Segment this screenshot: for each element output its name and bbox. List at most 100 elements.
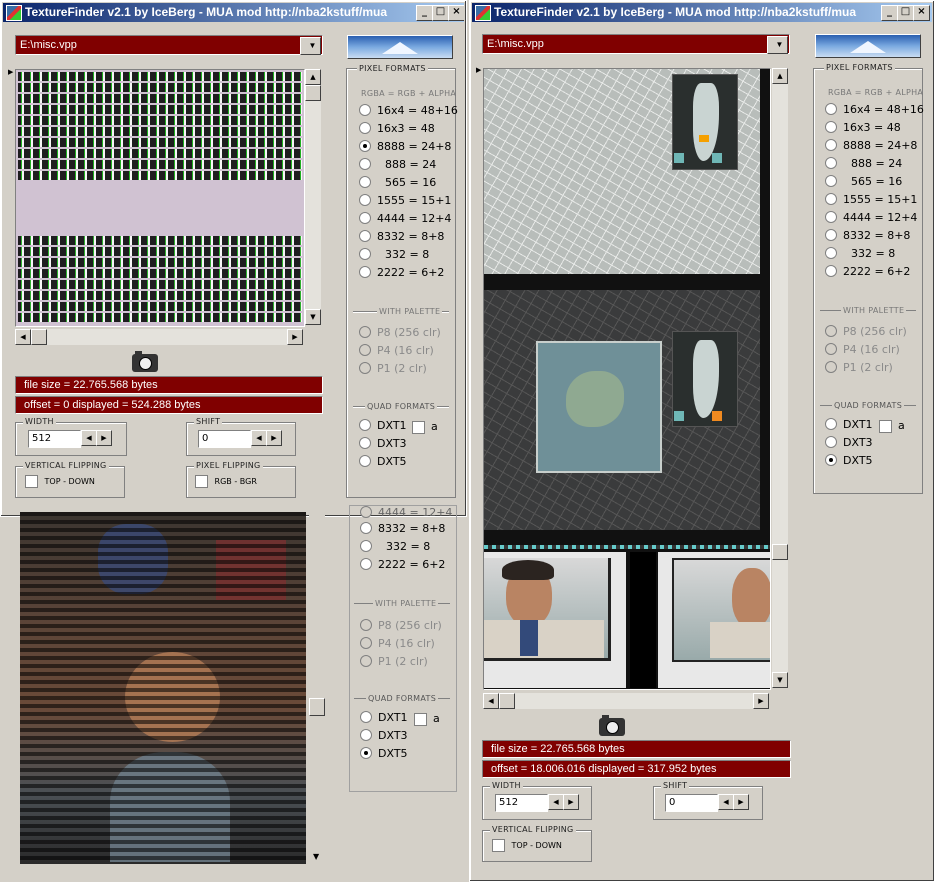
format-332[interactable]: 332 = 8 — [359, 247, 429, 263]
radio-icon[interactable] — [359, 266, 371, 278]
radio-icon[interactable] — [825, 175, 837, 187]
pflip-option[interactable]: RGB - BGR — [195, 475, 257, 488]
quad-dxt5[interactable]: DXT5 — [825, 453, 873, 469]
format-4444[interactable]: 4444 = 12+4 — [825, 210, 917, 226]
texture-hscroll[interactable]: ◀ ▶ — [483, 693, 769, 709]
alpha-checkbox[interactable] — [879, 419, 892, 433]
radio-icon[interactable] — [825, 103, 837, 115]
palette-p1[interactable]: P1 (2 clr) — [359, 361, 427, 377]
radio-icon[interactable] — [359, 326, 371, 338]
ghost-palette-p4[interactable]: P4 (16 clr) — [360, 636, 435, 652]
radio-icon[interactable] — [359, 344, 371, 356]
radio-selected-icon[interactable] — [360, 747, 372, 759]
radio-icon[interactable] — [360, 655, 372, 667]
radio-icon[interactable] — [825, 229, 837, 241]
palette-p4[interactable]: P4 (16 clr) — [825, 342, 900, 358]
texture-view[interactable] — [483, 68, 771, 690]
radio-icon[interactable] — [359, 212, 371, 224]
format-1555[interactable]: 1555 = 15+1 — [825, 192, 917, 208]
palette-p4[interactable]: P4 (16 clr) — [359, 343, 434, 359]
radio-icon[interactable] — [359, 419, 371, 431]
scroll-down-icon[interactable]: ▼ — [305, 309, 321, 325]
ghost-alpha-option[interactable]: a — [414, 712, 440, 726]
scroll-up-icon[interactable]: ▲ — [305, 69, 321, 85]
format-888[interactable]: 888 = 24 — [359, 157, 436, 173]
left-titlebar[interactable]: TextureFinder v2.1 by IceBerg - MUA mod … — [3, 3, 464, 22]
ghost-format-332[interactable]: 332 = 8 — [360, 539, 430, 555]
ghost-palette-p1[interactable]: P1 (2 clr) — [360, 654, 428, 670]
radio-icon[interactable] — [360, 729, 372, 741]
alpha-option[interactable]: a — [879, 419, 905, 433]
shift-dec-icon[interactable]: ◀ — [251, 430, 267, 446]
radio-icon[interactable] — [359, 362, 371, 374]
pflip-checkbox[interactable] — [195, 475, 208, 488]
radio-icon[interactable] — [825, 211, 837, 223]
palette-p1[interactable]: P1 (2 clr) — [825, 360, 893, 376]
radio-icon[interactable] — [360, 522, 372, 534]
quad-dxt5[interactable]: DXT5 — [359, 454, 407, 470]
radio-icon[interactable] — [825, 139, 837, 151]
format-2222[interactable]: 2222 = 6+2 — [359, 265, 444, 281]
format-16x4[interactable]: 16x4 = 48+16 — [359, 103, 458, 119]
radio-icon[interactable] — [825, 343, 837, 355]
scroll-left-icon[interactable]: ◀ — [15, 329, 31, 345]
format-2222[interactable]: 2222 = 6+2 — [825, 264, 910, 280]
width-dec-icon[interactable]: ◀ — [548, 794, 564, 810]
radio-icon[interactable] — [359, 230, 371, 242]
radio-icon[interactable] — [360, 558, 372, 570]
photo-vscroll-thumb[interactable] — [309, 698, 325, 716]
chevron-down-icon[interactable]: ▼ — [767, 36, 788, 54]
scroll-down-icon[interactable]: ▼ — [772, 672, 788, 688]
minimize-button[interactable]: _ — [881, 5, 898, 21]
palette-p8[interactable]: P8 (256 clr) — [825, 324, 907, 340]
radio-icon[interactable] — [359, 437, 371, 449]
radio-icon[interactable] — [360, 637, 372, 649]
radio-icon[interactable] — [359, 104, 371, 116]
ghost-quad-dxt1[interactable]: DXT1 — [360, 710, 408, 726]
vscroll-thumb[interactable] — [772, 544, 788, 560]
radio-icon[interactable] — [825, 121, 837, 133]
palette-p8[interactable]: P8 (256 clr) — [359, 325, 441, 341]
quad-dxt3[interactable]: DXT3 — [825, 435, 873, 451]
radio-icon[interactable] — [359, 455, 371, 467]
shift-inc-icon[interactable]: ▶ — [266, 430, 282, 446]
shift-input[interactable]: 0 — [665, 794, 718, 812]
ghost-format-8332[interactable]: 8332 = 8+8 — [360, 521, 445, 537]
maximize-button[interactable]: □ — [432, 5, 449, 21]
texture-vscroll[interactable]: ▲ ▼ — [305, 69, 321, 325]
quad-dxt1[interactable]: DXT1 — [359, 418, 407, 434]
radio-icon[interactable] — [825, 265, 837, 277]
scroll-down-icon[interactable]: ▼ — [313, 852, 319, 861]
quad-dxt1[interactable]: DXT1 — [825, 417, 873, 433]
radio-icon[interactable] — [825, 361, 837, 373]
radio-icon[interactable] — [825, 436, 837, 448]
format-1555[interactable]: 1555 = 15+1 — [359, 193, 451, 209]
radio-icon[interactable] — [825, 157, 837, 169]
format-8332[interactable]: 8332 = 8+8 — [825, 228, 910, 244]
format-8888[interactable]: 8888 = 24+8 — [825, 138, 917, 154]
radio-icon[interactable] — [825, 418, 837, 430]
scroll-right-icon[interactable]: ▶ — [753, 693, 769, 709]
scroll-left-icon[interactable]: ◀ — [483, 693, 499, 709]
ghost-format-4444[interactable]: 4444 = 12+4 — [360, 505, 452, 521]
width-input[interactable]: 512 — [495, 794, 548, 812]
scroll-up-icon[interactable]: ▲ — [772, 68, 788, 84]
shift-dec-icon[interactable]: ◀ — [718, 794, 734, 810]
texture-hscroll[interactable]: ◀ ▶ — [15, 329, 303, 345]
radio-icon[interactable] — [360, 711, 372, 723]
shift-input[interactable]: 0 — [198, 430, 251, 448]
format-332[interactable]: 332 = 8 — [825, 246, 895, 262]
vflip-option[interactable]: TOP - DOWN — [25, 475, 95, 488]
scroll-right-icon[interactable]: ▶ — [287, 329, 303, 345]
width-input[interactable]: 512 — [28, 430, 81, 448]
shift-inc-icon[interactable]: ▶ — [733, 794, 749, 810]
maximize-button[interactable]: □ — [897, 5, 914, 21]
width-dec-icon[interactable]: ◀ — [81, 430, 97, 446]
radio-selected-icon[interactable] — [825, 454, 837, 466]
alpha-checkbox[interactable] — [414, 712, 427, 726]
texture-view[interactable] — [15, 69, 305, 327]
radio-icon[interactable] — [359, 248, 371, 260]
radio-icon[interactable] — [359, 158, 371, 170]
radio-icon[interactable] — [359, 176, 371, 188]
format-16x3[interactable]: 16x3 = 48 — [359, 121, 435, 137]
